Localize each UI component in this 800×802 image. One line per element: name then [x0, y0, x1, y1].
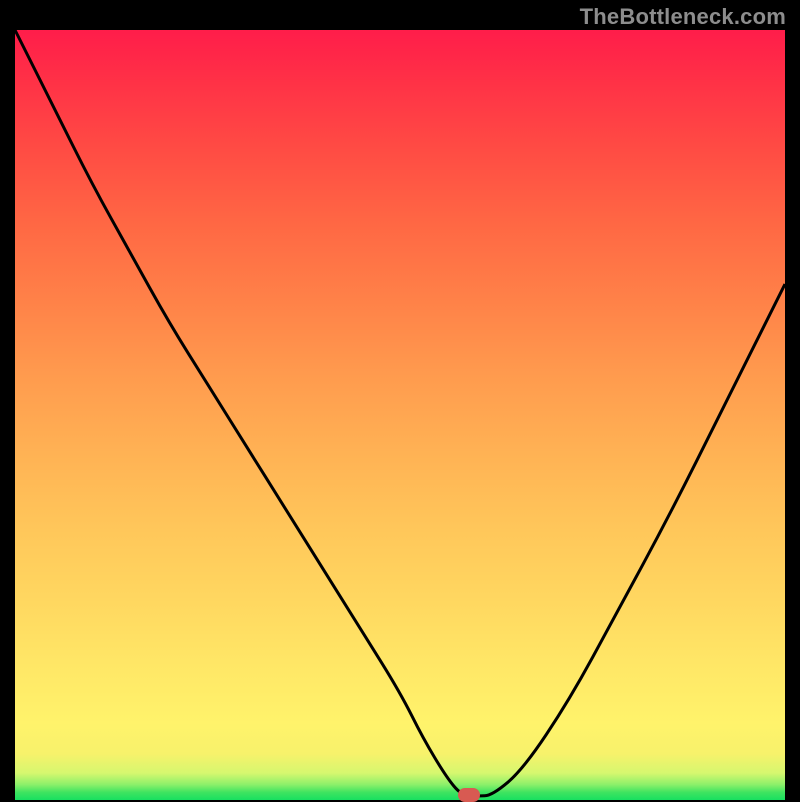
bottleneck-curve — [15, 30, 785, 800]
chart-frame — [15, 30, 785, 800]
curve-path — [15, 30, 785, 796]
watermark: TheBottleneck.com — [580, 4, 786, 30]
